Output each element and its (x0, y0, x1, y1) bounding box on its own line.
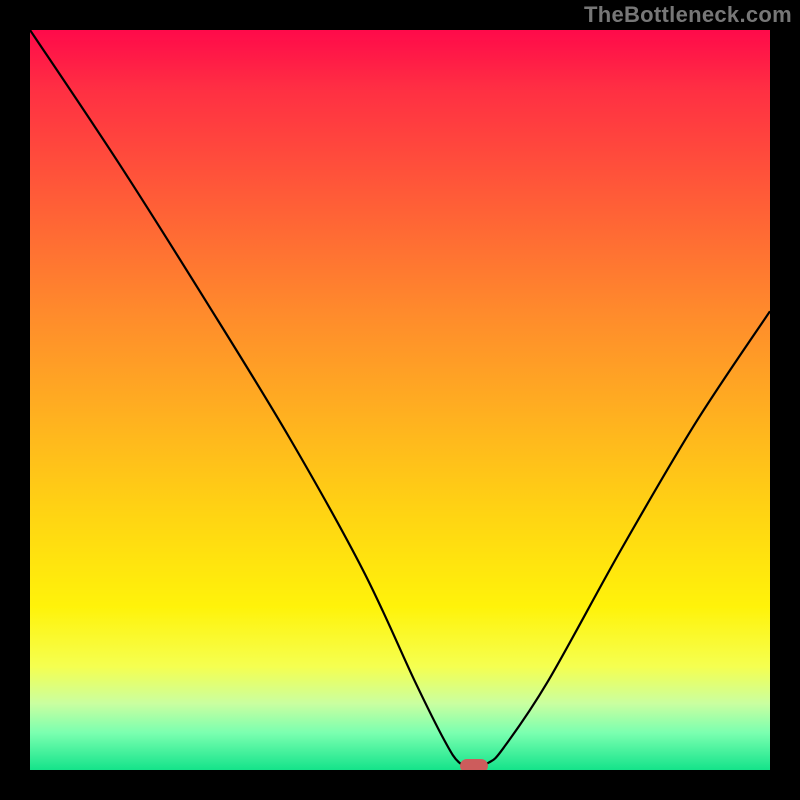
watermark-text: TheBottleneck.com (584, 2, 792, 28)
bottleneck-curve-path (30, 30, 770, 766)
plot-area (30, 30, 770, 770)
optimal-point-marker (460, 759, 488, 770)
chart-outer: TheBottleneck.com (0, 0, 800, 800)
bottleneck-curve-svg (30, 30, 770, 770)
